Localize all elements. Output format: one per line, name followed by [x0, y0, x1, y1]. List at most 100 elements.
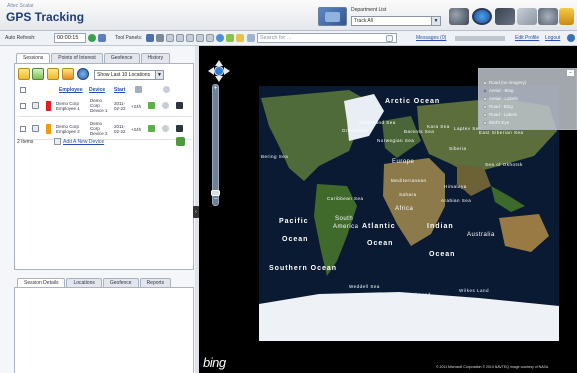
radio-icon[interactable] — [483, 81, 487, 85]
map-pan-control[interactable] — [208, 60, 230, 82]
radio-icon[interactable] — [483, 121, 487, 125]
user-name-redacted — [455, 36, 505, 41]
add-device-link[interactable]: Add A New Device — [63, 139, 104, 145]
radio-icon[interactable] — [483, 97, 487, 101]
zoom-in-button[interactable]: + — [211, 85, 220, 94]
back-icon[interactable] — [247, 34, 255, 42]
tab-points-of-interest[interactable]: Points of Interest — [51, 53, 103, 63]
search-sessions-icon[interactable] — [47, 68, 59, 80]
add-device-icon[interactable] — [54, 138, 61, 145]
tab-history[interactable]: History — [140, 53, 171, 63]
table-row[interactable]: Demo Corp Employee 1 Demo Corp Device 1 201… — [18, 95, 191, 117]
search-icon[interactable] — [386, 35, 393, 42]
visibility-icon[interactable] — [162, 125, 169, 132]
map-label-sahara: Sahara — [399, 192, 417, 197]
track-icon[interactable] — [148, 102, 155, 109]
help-icon[interactable] — [567, 34, 575, 42]
map-label-bering-sea: Bering Sea — [261, 154, 289, 159]
row-checkbox[interactable] — [20, 126, 26, 132]
close-icon[interactable]: − — [567, 70, 574, 76]
printer-icon[interactable] — [156, 34, 164, 42]
column-employee[interactable]: Employee — [59, 87, 83, 93]
logout-link[interactable]: Logout — [545, 35, 560, 41]
world-icon[interactable] — [77, 68, 89, 80]
edit-profile-link[interactable]: Edit Profile — [515, 35, 539, 41]
pause-icon[interactable] — [98, 34, 106, 42]
map-label-ocean-pacific: Ocean — [282, 236, 309, 243]
employee-cell: Demo Corp Employee 2 — [56, 124, 80, 134]
map-style-option[interactable]: Road - Labels — [489, 112, 517, 117]
map-label-ocean-indian: Ocean — [429, 251, 456, 258]
map-label-greenland: Greenland — [342, 128, 368, 133]
map-label-siberia: Siberia — [449, 146, 467, 151]
department-icon — [318, 7, 347, 26]
radio-icon[interactable] — [483, 105, 487, 109]
map-label-europe: Europe — [392, 159, 415, 165]
visibility-icon[interactable] — [162, 102, 169, 109]
route-icon[interactable] — [216, 34, 224, 42]
select-all-checkbox[interactable] — [20, 87, 26, 93]
binoculars-icon[interactable] — [449, 8, 469, 25]
map-style-option[interactable]: Road (no imagery) — [489, 80, 526, 85]
radio-icon[interactable] — [483, 113, 487, 117]
map-label-norwegian-sea: Norwegian Sea — [377, 138, 415, 143]
zoom-to-icon[interactable] — [32, 125, 39, 132]
map-style-option[interactable]: Aerial - Labels — [489, 96, 518, 101]
radio-icon[interactable] — [483, 89, 487, 93]
tab-sessions[interactable]: Sessions — [16, 53, 51, 63]
device-cell: Demo Corp Device 1 — [90, 98, 108, 113]
age-cell: +24h — [131, 127, 142, 132]
gear-icon[interactable] — [62, 68, 74, 80]
layers-icon[interactable] — [226, 34, 234, 42]
map-label-south: South — [335, 216, 354, 222]
row-checkbox[interactable] — [20, 103, 26, 109]
map-style-option[interactable]: Bird's Eye — [489, 120, 509, 125]
pencil-icon[interactable] — [18, 68, 30, 80]
column-device[interactable]: Device — [89, 87, 105, 93]
tab-geofence[interactable]: Geofence — [103, 53, 140, 63]
map-style-option[interactable]: Aerial - Bing — [489, 88, 514, 93]
draw-tool-icon[interactable] — [186, 34, 194, 42]
column-start[interactable]: Start — [114, 87, 125, 93]
refresh-sessions-icon[interactable] — [32, 68, 44, 80]
zoom-out-button[interactable]: − — [211, 196, 220, 205]
map-copyright: © 2011 Microsoft Corporation © 2010 NAVT… — [436, 365, 549, 369]
zoom-to-icon[interactable] — [32, 102, 39, 109]
map-label-africa: Africa — [395, 206, 414, 212]
circle-tool-icon[interactable] — [176, 34, 184, 42]
pin-icon[interactable] — [236, 34, 244, 42]
export-icon[interactable] — [176, 137, 185, 146]
department-select[interactable]: Track All ▼ — [351, 16, 441, 26]
history-icon[interactable] — [176, 102, 183, 109]
chart-icon[interactable] — [517, 8, 537, 25]
show-last-value: Show Last 10 Locations — [97, 72, 151, 78]
zoom-slider-track[interactable] — [212, 84, 219, 206]
map-label-antarctica: Antarctica — [373, 300, 399, 305]
settings-icon[interactable] — [538, 8, 558, 25]
chevron-down-icon: ▼ — [431, 17, 440, 25]
history-icon[interactable] — [176, 125, 183, 132]
binoculars-small-icon[interactable] — [146, 34, 154, 42]
measure-icon[interactable] — [166, 34, 174, 42]
search-input[interactable]: Search for ... — [257, 33, 397, 43]
table-row[interactable]: Demo Corp Employee 2 Demo Corp Device 2 201… — [18, 118, 191, 140]
track-icon[interactable] — [148, 125, 155, 132]
messages-link[interactable]: Messages (0) — [416, 35, 446, 41]
map-label-queen-maud-land: Queen Maud Land — [386, 292, 431, 297]
map-label-kara-sea: Kara Sea — [427, 124, 450, 129]
age-cell: +24h — [131, 104, 142, 109]
map-label-arctic-ocean: Arctic Ocean — [385, 98, 441, 105]
refresh-icon[interactable] — [88, 34, 96, 42]
polygon-tool-icon[interactable] — [206, 34, 214, 42]
show-last-select[interactable]: Show Last 10 Locations ▼ — [94, 70, 164, 80]
globe-icon[interactable] — [472, 8, 492, 25]
employee-cell: Demo Corp Employee 1 — [56, 101, 80, 111]
map-style-option[interactable]: Road - Bing — [489, 104, 513, 109]
select-tool-icon[interactable] — [196, 34, 204, 42]
map-label-arabian-sea: Arabian Sea — [441, 198, 472, 203]
map-label-indian: Indian — [427, 223, 454, 230]
auto-refresh-input[interactable]: 00:00:15 — [54, 33, 86, 43]
lock-icon[interactable] — [559, 8, 574, 25]
tools-icon[interactable] — [495, 8, 515, 25]
map-label-sea-of-okhotsk: Sea of Okhotsk — [485, 162, 523, 167]
